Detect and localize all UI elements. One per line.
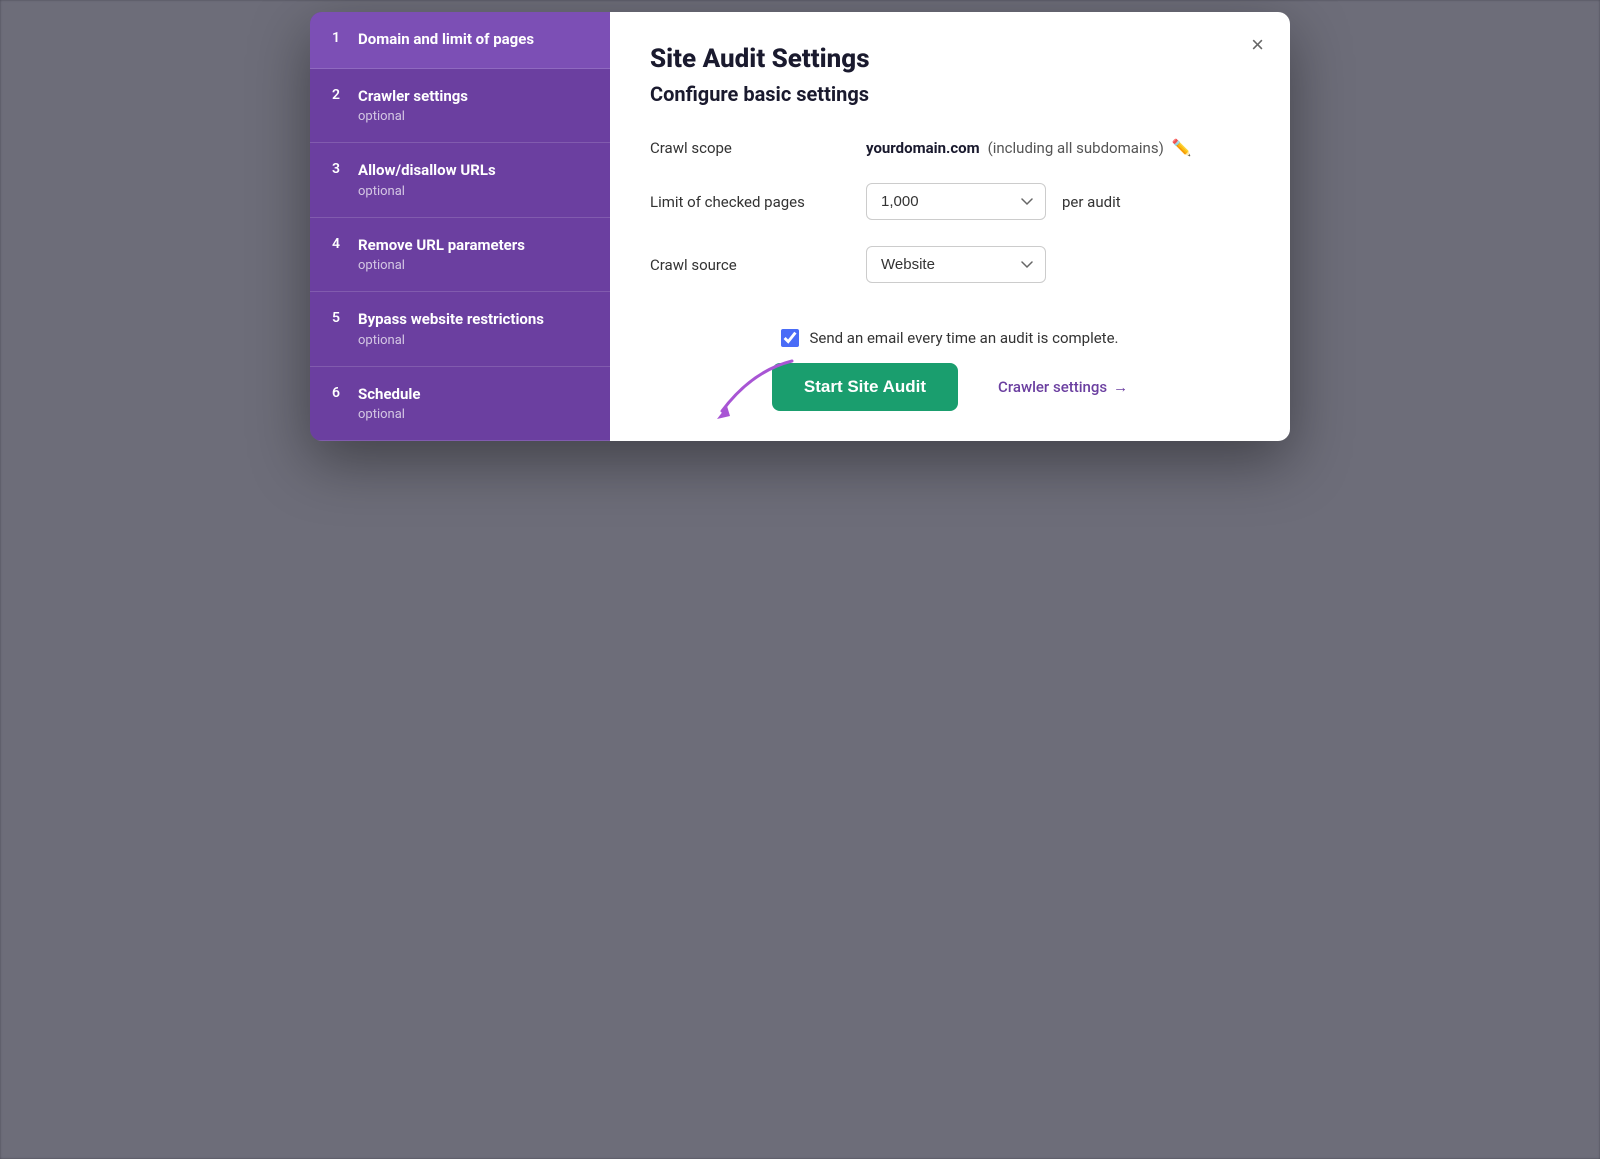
sidebar-item-6[interactable]: 6 Schedule optional	[310, 367, 610, 442]
edit-crawl-scope-icon[interactable]: ✏️	[1172, 138, 1192, 157]
crawler-settings-text: Crawler settings	[998, 378, 1107, 396]
modal-dialog: 1 Domain and limit of pages 2 Crawler setti…	[310, 12, 1290, 441]
sidebar-item-number: 4	[332, 236, 348, 252]
sidebar-item-optional: optional	[358, 258, 588, 273]
form-body: Crawl scope yourdomain.com (including al…	[610, 138, 1290, 309]
modal-header: Site Audit Settings Configure basic sett…	[610, 12, 1290, 138]
sidebar-item-number: 1	[332, 30, 348, 46]
limit-select[interactable]: 1005001,0005,00010,00020,00050,000100,00…	[866, 183, 1046, 220]
sidebar-item-optional: optional	[358, 109, 588, 124]
sidebar-item-title: Crawler settings	[358, 87, 468, 107]
footer-actions: Start Site Audit Crawler settings →	[772, 363, 1128, 411]
sidebar: 1 Domain and limit of pages 2 Crawler setti…	[310, 12, 610, 441]
sidebar-item-4[interactable]: 4 Remove URL parameters optional	[310, 218, 610, 293]
start-site-audit-button[interactable]: Start Site Audit	[772, 363, 958, 411]
modal-footer: Send an email every time an audit is com…	[610, 309, 1290, 441]
sidebar-item-3[interactable]: 3 Allow/disallow URLs optional	[310, 143, 610, 218]
sidebar-item-title: Bypass website restrictions	[358, 310, 544, 330]
sidebar-item-number: 2	[332, 87, 348, 103]
crawl-source-label: Crawl source	[650, 256, 850, 274]
sidebar-item-title: Schedule	[358, 385, 420, 405]
close-button[interactable]: ×	[1247, 30, 1268, 60]
sidebar-item-title: Domain and limit of pages	[358, 30, 534, 50]
crawl-source-select[interactable]: WebsiteSitemapGoogle Analytics	[866, 246, 1046, 283]
crawl-scope-subdomain: (including all subdomains)	[988, 139, 1164, 157]
sidebar-item-number: 6	[332, 385, 348, 401]
sidebar-item-title: Remove URL parameters	[358, 236, 525, 256]
per-audit-text: per audit	[1062, 193, 1121, 211]
crawl-scope-domain: yourdomain.com	[866, 139, 980, 157]
sidebar-item-number: 5	[332, 310, 348, 326]
sidebar-item-2[interactable]: 2 Crawler settings optional	[310, 69, 610, 144]
email-checkbox-row: Send an email every time an audit is com…	[781, 329, 1118, 347]
limit-pages-row: Limit of checked pages 1005001,0005,0001…	[650, 183, 1250, 220]
email-checkbox[interactable]	[781, 329, 799, 347]
sidebar-item-5[interactable]: 5 Bypass website restrictions optional	[310, 292, 610, 367]
modal-subtitle: Configure basic settings	[650, 82, 1250, 106]
sidebar-item-title: Allow/disallow URLs	[358, 161, 496, 181]
crawl-scope-label: Crawl scope	[650, 139, 850, 157]
crawl-scope-value: yourdomain.com (including all subdomains…	[866, 138, 1192, 157]
crawl-scope-row: Crawl scope yourdomain.com (including al…	[650, 138, 1250, 157]
sidebar-item-number: 3	[332, 161, 348, 177]
modal-title: Site Audit Settings	[650, 44, 1250, 74]
crawl-source-row: Crawl source WebsiteSitemapGoogle Analyt…	[650, 246, 1250, 283]
sidebar-item-optional: optional	[358, 333, 588, 348]
sidebar-item-optional: optional	[358, 184, 588, 199]
limit-label: Limit of checked pages	[650, 193, 850, 211]
sidebar-item-1[interactable]: 1 Domain and limit of pages	[310, 12, 610, 69]
crawler-settings-link[interactable]: Crawler settings →	[998, 378, 1128, 396]
crawler-settings-arrow: →	[1113, 378, 1128, 396]
email-label[interactable]: Send an email every time an audit is com…	[809, 329, 1118, 347]
sidebar-item-optional: optional	[358, 407, 588, 422]
modal-content: × Site Audit Settings Configure basic se…	[610, 12, 1290, 441]
